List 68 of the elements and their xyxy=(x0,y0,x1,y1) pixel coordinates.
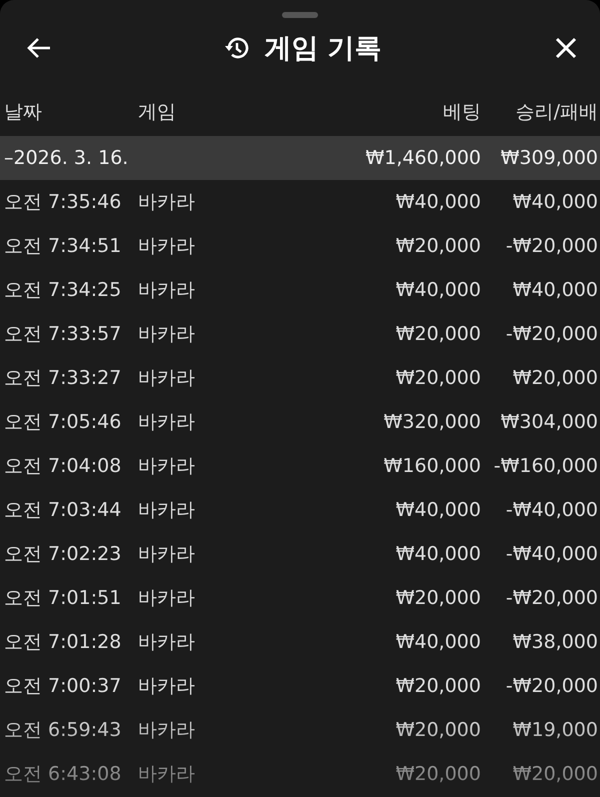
result-cell-text: -₩160,000 xyxy=(492,455,599,477)
bet-cell-text: ₩20,000 xyxy=(394,367,482,389)
game-cell-text: 바카라 xyxy=(137,630,196,655)
game-cell-text: 바카라 xyxy=(137,234,196,259)
time-cell-text: 오전 7:03:44 xyxy=(3,498,122,523)
result-cell-text: ₩19,000 xyxy=(512,719,599,741)
time-cell-text: 오전 7:05:46 xyxy=(3,410,122,435)
game-cell-text: 바카라 xyxy=(137,454,196,479)
game-cell-text: 바카라 xyxy=(137,498,196,523)
game-cell-text: 바카라 xyxy=(137,762,196,787)
result-cell-text: -₩20,000 xyxy=(504,587,599,609)
result-cell-text: ₩20,000 xyxy=(512,763,599,785)
game-cell-text: 바카라 xyxy=(137,190,196,215)
column-header: 게임 xyxy=(137,100,177,125)
result-cell-text: -₩40,000 xyxy=(504,499,599,521)
game-cell-text: 바카라 xyxy=(137,674,196,699)
bet-cell-text: ₩20,000 xyxy=(394,587,482,609)
column-header: 베팅 xyxy=(442,100,482,125)
game-cell-text: 바카라 xyxy=(137,322,196,347)
window-title: 게임 기록 xyxy=(264,32,382,66)
time-cell-text: 오전 7:33:57 xyxy=(3,322,122,347)
bet-cell-text: ₩20,000 xyxy=(394,763,482,785)
game-cell-text: 바카라 xyxy=(137,586,196,611)
result-cell-text: -₩40,000 xyxy=(504,543,599,565)
time-cell-text: 오전 7:34:51 xyxy=(3,234,122,259)
result-cell-text: -₩20,000 xyxy=(504,235,599,257)
time-cell-text: 오전 6:59:43 xyxy=(3,718,122,743)
date-group-toggle[interactable]: –2026. 3. 16. xyxy=(0,147,134,169)
game-cell-text: 바카라 xyxy=(137,410,196,435)
history-icon xyxy=(224,35,250,61)
bet-cell-text: ₩20,000 xyxy=(394,719,482,741)
bet-cell-text: ₩20,000 xyxy=(394,235,482,257)
result-cell-text: ₩38,000 xyxy=(512,631,599,653)
game-cell-text: 바카라 xyxy=(137,718,196,743)
game-cell-text: 바카라 xyxy=(137,278,196,303)
bet-cell-text: ₩40,000 xyxy=(394,631,482,653)
bet-cell-text: ₩40,000 xyxy=(394,499,482,521)
time-cell-text: 오전 6:43:08 xyxy=(3,762,122,787)
total-cell-text: ₩1,460,000 xyxy=(364,147,482,169)
column-header: 승리/패배 xyxy=(514,100,599,125)
bet-cell-text: ₩160,000 xyxy=(382,455,482,477)
time-cell-text: 오전 7:34:25 xyxy=(3,278,122,303)
close-button[interactable] xyxy=(554,36,578,60)
time-cell-text: 오전 7:35:46 xyxy=(3,190,122,215)
time-cell-text: 오전 7:33:27 xyxy=(3,366,122,391)
time-cell-text: 오전 7:04:08 xyxy=(3,454,122,479)
game-cell-text: 바카라 xyxy=(137,542,196,567)
time-cell-text: 오전 7:01:51 xyxy=(3,586,122,611)
game-cell-text: 바카라 xyxy=(137,366,196,391)
drag-handle[interactable] xyxy=(282,12,318,18)
total-cell-text: ₩309,000 xyxy=(500,147,599,169)
result-cell-text: -₩20,000 xyxy=(504,675,599,697)
back-button[interactable] xyxy=(26,37,52,59)
column-header: 날짜 xyxy=(3,100,43,125)
result-cell-text: ₩40,000 xyxy=(512,191,599,213)
time-cell-text: 오전 7:02:23 xyxy=(3,542,122,567)
result-cell-text: -₩20,000 xyxy=(504,323,599,345)
result-cell-text: ₩40,000 xyxy=(512,279,599,301)
bet-cell-text: ₩40,000 xyxy=(394,543,482,565)
time-cell-text: 오전 7:01:28 xyxy=(3,630,122,655)
bet-cell-text: ₩20,000 xyxy=(394,675,482,697)
bet-cell-text: ₩40,000 xyxy=(394,279,482,301)
bet-cell-text: ₩40,000 xyxy=(394,191,482,213)
time-cell-text: 오전 7:00:37 xyxy=(3,674,122,699)
bet-cell-text: ₩320,000 xyxy=(382,411,482,433)
result-cell-text: ₩304,000 xyxy=(500,411,599,433)
result-cell-text: ₩20,000 xyxy=(512,367,599,389)
bet-cell-text: ₩20,000 xyxy=(394,323,482,345)
